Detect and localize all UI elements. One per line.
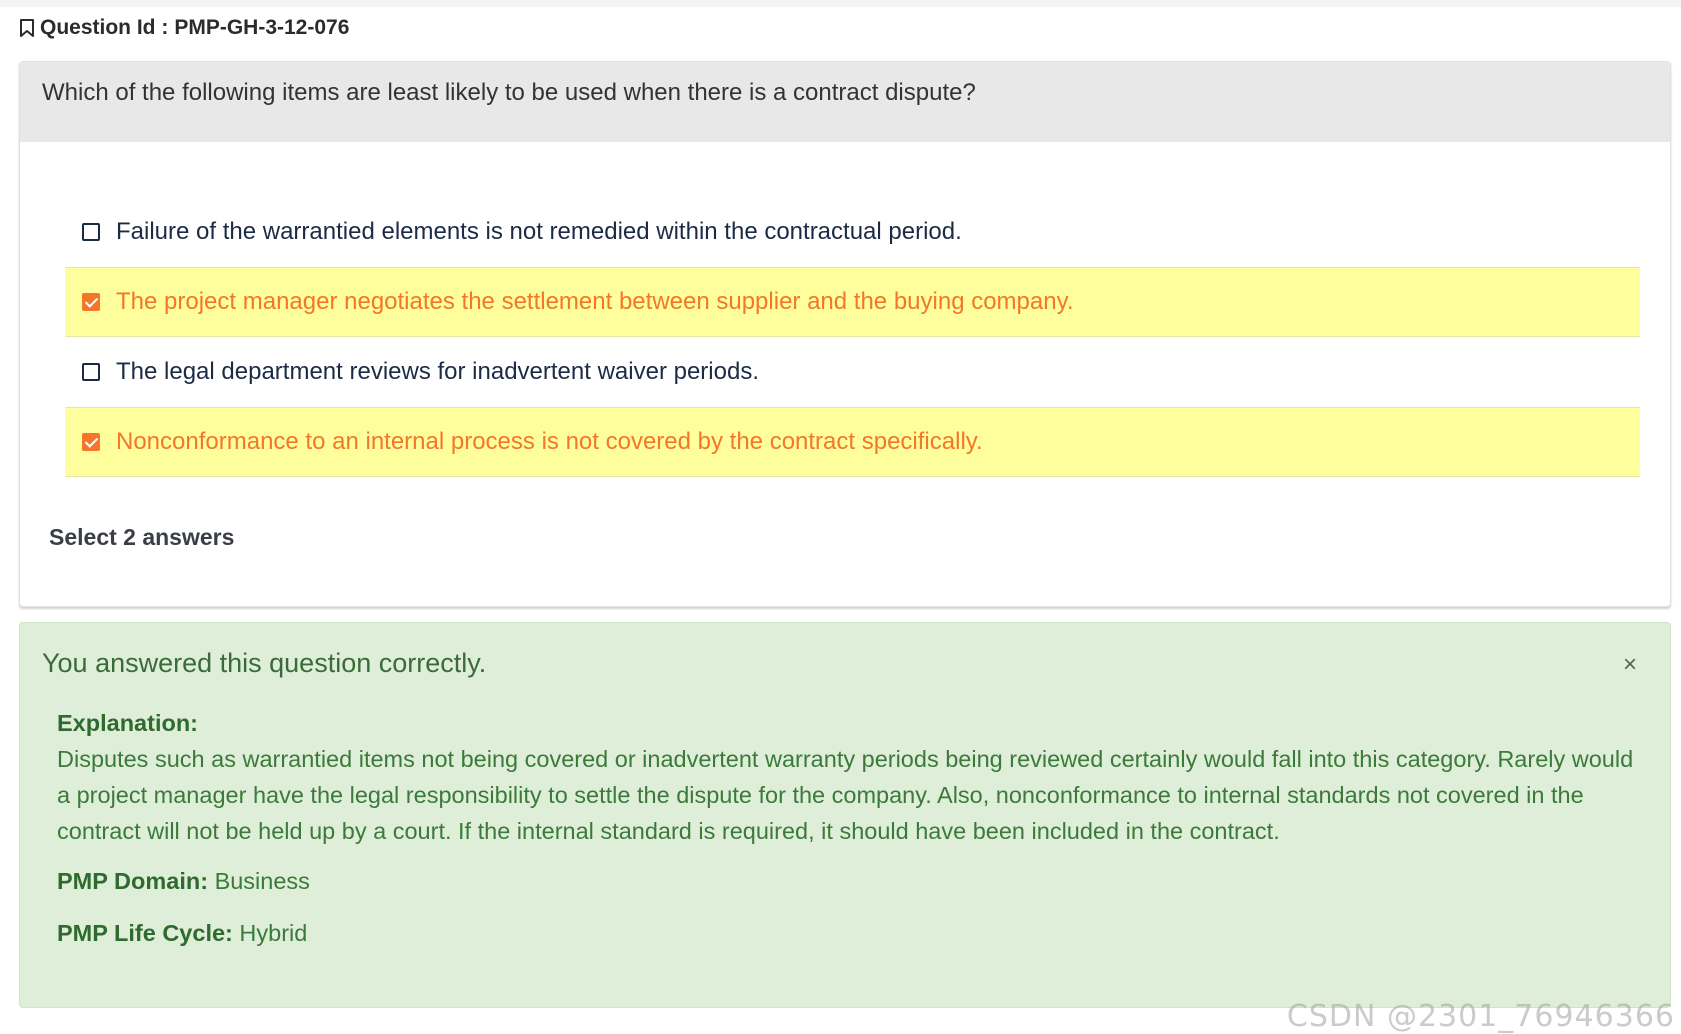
question-id-value: PMP-GH-3-12-076 <box>174 16 350 39</box>
explanation-text: Disputes such as warrantied items not be… <box>57 746 1634 844</box>
answer-options: Failure of the warrantied elements is no… <box>65 197 1640 477</box>
question-text: Which of the following items are least l… <box>20 62 1670 142</box>
answer-option-2[interactable]: The project manager negotiates the settl… <box>65 267 1640 337</box>
answer-option-1[interactable]: Failure of the warrantied elements is no… <box>65 197 1640 267</box>
checkbox-unchecked-icon[interactable] <box>82 223 100 241</box>
checkbox-unchecked-icon[interactable] <box>82 363 100 381</box>
close-icon[interactable]: × <box>1623 651 1637 679</box>
question-id-label: Question Id : <box>40 16 169 39</box>
feedback-alert: You answered this question correctly. × … <box>19 622 1671 1008</box>
answer-option-3[interactable]: The legal department reviews for inadver… <box>65 337 1640 407</box>
bookmark-icon[interactable] <box>18 18 36 38</box>
explanation: Explanation: Disputes such as warrantied… <box>57 705 1647 849</box>
answer-option-text: Nonconformance to an internal process is… <box>116 428 983 455</box>
pmp-domain-value: Business <box>214 868 310 894</box>
checkbox-checked-icon[interactable] <box>82 293 100 311</box>
pmp-domain: PMP Domain: Business <box>57 863 1647 899</box>
feedback-title: You answered this question correctly. <box>42 648 487 678</box>
question-id: Question Id : PMP-GH-3-12-076 <box>18 16 349 40</box>
pmp-life-cycle: PMP Life Cycle: Hybrid <box>57 915 1647 951</box>
pmp-domain-label: PMP Domain: <box>57 868 209 894</box>
pmp-life-cycle-value: Hybrid <box>239 920 308 946</box>
answer-option-4[interactable]: Nonconformance to an internal process is… <box>65 407 1640 477</box>
answer-option-text: The project manager negotiates the settl… <box>116 288 1074 315</box>
answer-option-text: Failure of the warrantied elements is no… <box>116 218 962 245</box>
select-hint: Select 2 answers <box>49 524 235 550</box>
top-bar <box>0 0 1681 7</box>
feedback-body: Explanation: Disputes such as warrantied… <box>57 705 1647 967</box>
answer-option-text: The legal department reviews for inadver… <box>116 358 759 385</box>
question-card: Which of the following items are least l… <box>19 61 1671 607</box>
checkbox-checked-icon[interactable] <box>82 433 100 451</box>
explanation-label: Explanation: <box>57 710 199 736</box>
pmp-life-cycle-label: PMP Life Cycle: <box>57 920 233 946</box>
watermark: CSDN @2301_76946366 <box>1286 999 1675 1034</box>
